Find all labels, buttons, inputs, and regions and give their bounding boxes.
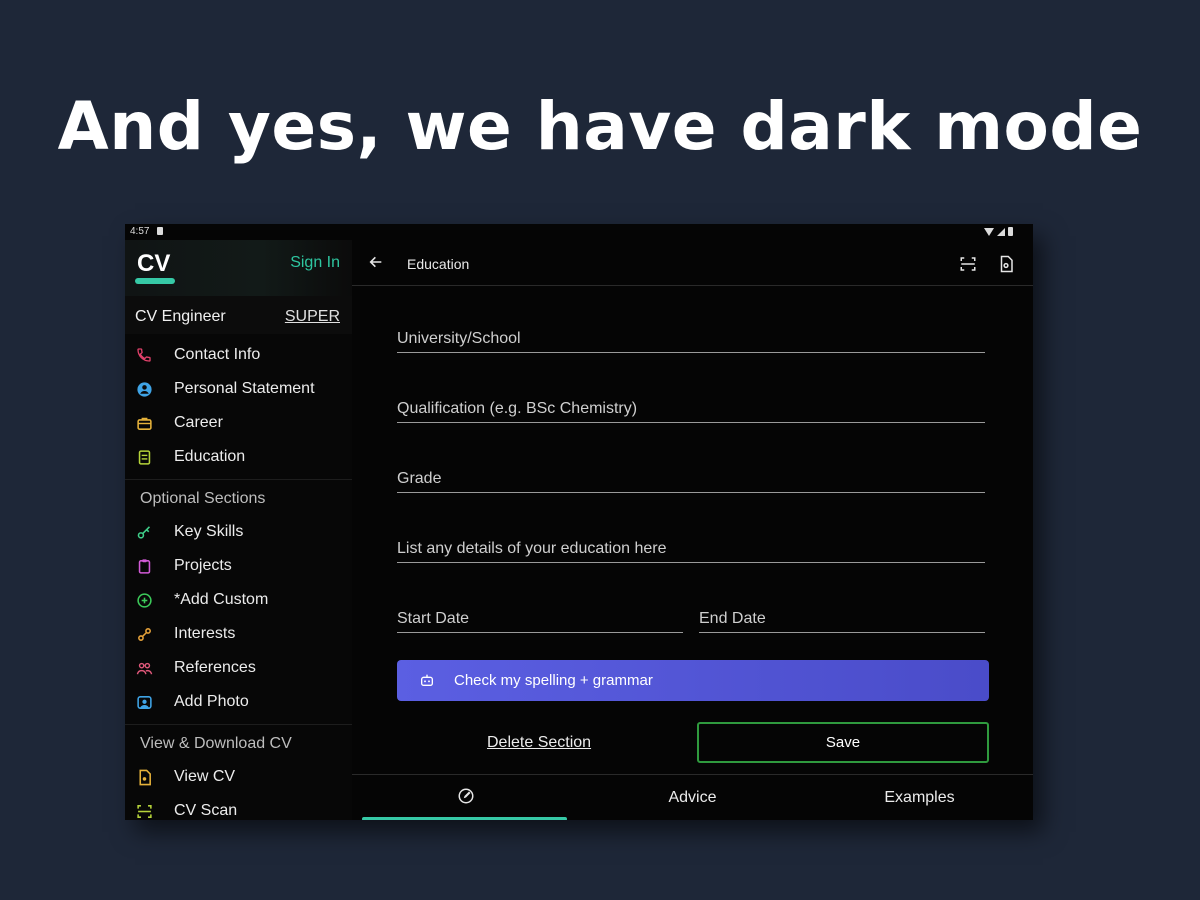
sidebar-divider [125, 724, 352, 725]
qualification-input[interactable] [397, 400, 985, 418]
start-date-field[interactable] [397, 599, 683, 633]
details-input[interactable] [397, 540, 985, 558]
interests-icon [135, 625, 153, 643]
tab-advice[interactable]: Advice [579, 775, 806, 820]
end-date-input[interactable] [699, 610, 985, 628]
start-date-input[interactable] [397, 610, 683, 628]
delete-section-link[interactable]: Delete Section [487, 734, 591, 752]
phone-icon [135, 346, 153, 364]
save-button[interactable]: Save [697, 722, 989, 763]
qualification-field[interactable] [397, 389, 985, 423]
university-school-field[interactable] [397, 319, 985, 353]
back-arrow-icon[interactable] [368, 254, 384, 275]
person-icon [135, 380, 153, 398]
sidebar-item-label: Education [174, 448, 246, 465]
sidebar-item-references[interactable]: References [125, 652, 352, 684]
sidebar-item-interests[interactable]: Interests [125, 618, 352, 650]
sidebar-divider [125, 479, 352, 480]
signal-icon [997, 227, 1005, 236]
sidebar-item-cv-scan[interactable]: CV Scan [125, 795, 352, 820]
people-icon [135, 659, 153, 677]
active-tab-indicator [362, 817, 567, 820]
logo-area: CV Sign In [125, 240, 352, 296]
key-icon [135, 523, 153, 541]
sidebar-item-personal-statement[interactable]: Personal Statement [125, 373, 352, 405]
sidebar-item-label: CV Scan [174, 802, 238, 819]
sidebar-item-key-skills[interactable]: Key Skills [125, 516, 352, 548]
bottom-tabs: Advice Examples [352, 774, 1033, 820]
view-download-title: View & Download CV [140, 735, 292, 752]
school-icon [135, 448, 153, 466]
page-title: Education [407, 256, 470, 272]
sidebar-item-label: Contact Info [174, 346, 261, 363]
sidebar-item-add-photo[interactable]: Add Photo [125, 686, 352, 718]
device-screen: 4:57 CV Sign In CV Engineer SUPER Contac… [125, 224, 1033, 820]
university-school-input[interactable] [397, 330, 985, 348]
account-row: CV Engineer SUPER [125, 296, 352, 334]
wifi-icon [984, 227, 994, 236]
clipboard-icon [135, 557, 153, 575]
scan-icon[interactable] [959, 255, 977, 278]
status-bar: 4:57 [125, 224, 1033, 240]
sidebar-item-label: Career [174, 414, 223, 431]
sidebar-item-add-custom[interactable]: *Add Custom [125, 584, 352, 616]
photo-icon [135, 693, 153, 711]
end-date-field[interactable] [699, 599, 985, 633]
app-logo: CV [137, 250, 171, 277]
sign-in-link[interactable]: Sign In [290, 254, 340, 272]
add-circle-icon [135, 591, 153, 609]
tab-edit[interactable] [352, 775, 579, 820]
scan-icon [135, 802, 153, 820]
battery-icon [1008, 227, 1013, 236]
doc-icon [135, 768, 153, 786]
sidebar-item-view-cv[interactable]: View CV [125, 761, 352, 793]
check-spelling-button[interactable]: Check my spelling + grammar [397, 660, 989, 701]
details-field[interactable] [397, 529, 985, 563]
sidebar-item-label: References [174, 659, 256, 676]
super-badge-link[interactable]: SUPER [285, 308, 340, 326]
sidebar-item-label: *Add Custom [174, 591, 269, 608]
sidebar-item-label: Projects [174, 557, 232, 574]
logo-underline [135, 278, 175, 284]
sidebar-item-education[interactable]: Education [125, 441, 352, 473]
edit-icon [457, 787, 475, 810]
grade-field[interactable] [397, 459, 985, 493]
sidebar-item-label: Key Skills [174, 523, 244, 540]
top-app-bar: Education [352, 240, 1033, 286]
sidebar-item-label: View CV [174, 768, 236, 785]
system-icons [984, 227, 1013, 236]
sidebar-item-contact-info[interactable]: Contact Info [125, 339, 352, 371]
account-name: CV Engineer [135, 308, 226, 325]
sidebar: CV Sign In CV Engineer SUPER Contact Inf… [125, 240, 352, 820]
check-spelling-label: Check my spelling + grammar [454, 672, 653, 689]
headline: And yes, we have dark mode [57, 88, 1143, 165]
sidebar-item-projects[interactable]: Projects [125, 550, 352, 582]
optional-sections-title: Optional Sections [140, 490, 266, 507]
briefcase-icon [135, 414, 153, 432]
robot-icon [419, 672, 435, 693]
notification-icon [157, 227, 163, 235]
view-document-icon[interactable] [997, 255, 1015, 278]
grade-input[interactable] [397, 470, 985, 488]
sidebar-item-career[interactable]: Career [125, 407, 352, 439]
status-time: 4:57 [130, 226, 150, 237]
tab-examples[interactable]: Examples [806, 775, 1033, 820]
sidebar-item-label: Personal Statement [174, 380, 315, 397]
sidebar-item-label: Interests [174, 625, 236, 642]
main-panel: Education C [352, 240, 1033, 820]
sidebar-item-label: Add Photo [174, 693, 249, 710]
